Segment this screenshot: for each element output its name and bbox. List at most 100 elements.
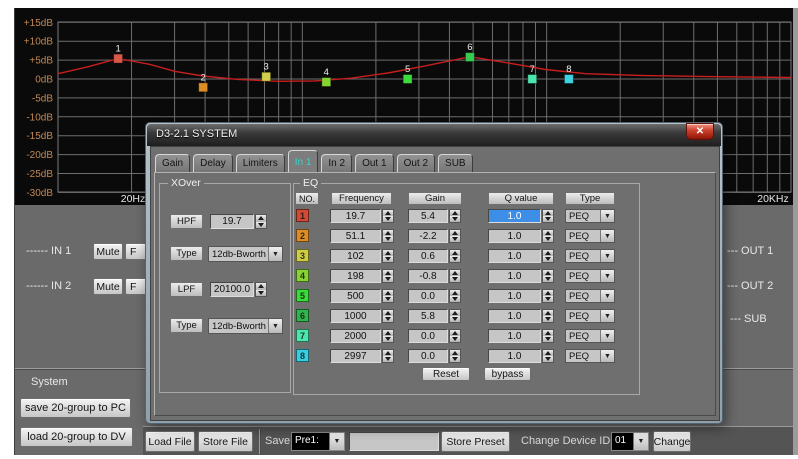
preset-select[interactable]: Pre1: ▼	[291, 432, 345, 451]
eq-gain-field[interactable]: -2.2	[408, 229, 448, 243]
eq-type-dropdown[interactable]: PEQ▼	[565, 269, 615, 283]
eq-q-spinner[interactable]	[542, 349, 554, 363]
dropdown-arrow-icon[interactable]: ▼	[633, 433, 648, 450]
save-20-group-to-pc-button[interactable]: save 20-group to PC	[20, 398, 131, 418]
eq-q-field[interactable]: 1.0	[488, 229, 541, 243]
eq-gain-spinner[interactable]	[449, 209, 461, 223]
spinner-down-icon[interactable]	[383, 356, 393, 362]
eq-bypass-button[interactable]: bypass	[484, 367, 531, 381]
eq-q-field[interactable]: 1.0	[488, 249, 541, 263]
eq-frequency-field[interactable]: 2997	[330, 349, 381, 363]
spinner-down-icon[interactable]	[450, 276, 460, 282]
eq-band-number-badge[interactable]: 3	[296, 249, 309, 262]
eq-band-marker-1[interactable]	[114, 54, 123, 63]
eq-frequency-field[interactable]: 1000	[330, 309, 381, 323]
eq-q-field[interactable]: 1.0	[488, 309, 541, 323]
spinner-down-icon[interactable]	[543, 256, 553, 262]
eq-frequency-field[interactable]: 198	[330, 269, 381, 283]
eq-q-field[interactable]: 1.0	[488, 209, 541, 223]
store-file-button[interactable]: Store File	[198, 431, 253, 452]
eq-gain-field[interactable]: 0.0	[408, 329, 448, 343]
eq-gain-field[interactable]: 0.0	[408, 349, 448, 363]
eq-frequency-spinner[interactable]	[382, 209, 394, 223]
load-20-group-to-dv-button[interactable]: load 20-group to DV	[20, 427, 133, 447]
dropdown-arrow-icon[interactable]: ▼	[600, 210, 614, 222]
eq-q-spinner[interactable]	[542, 229, 554, 243]
eq-gain-spinner[interactable]	[449, 309, 461, 323]
eq-band-number-badge[interactable]: 6	[296, 309, 309, 322]
dropdown-arrow-icon[interactable]: ▼	[600, 270, 614, 282]
tab-in2[interactable]: In 2	[321, 154, 352, 173]
dropdown-arrow-icon[interactable]: ▼	[600, 290, 614, 302]
change-device-id-button[interactable]: Change	[653, 431, 691, 452]
eq-frequency-field[interactable]: 19.7	[330, 209, 381, 223]
spinner-down-icon[interactable]	[383, 316, 393, 322]
eq-q-spinner[interactable]	[542, 309, 554, 323]
eq-gain-field[interactable]: 5.8	[408, 309, 448, 323]
eq-q-field[interactable]: 1.0	[488, 269, 541, 283]
spinner-down-icon[interactable]	[543, 236, 553, 242]
eq-band-number-badge[interactable]: 5	[296, 289, 309, 302]
eq-gain-spinner[interactable]	[449, 349, 461, 363]
dropdown-arrow-icon[interactable]: ▼	[600, 250, 614, 262]
eq-gain-spinner[interactable]	[449, 229, 461, 243]
tab-out1[interactable]: Out 1	[355, 154, 393, 173]
tab-gain[interactable]: Gain	[155, 154, 190, 173]
dropdown-arrow-icon[interactable]: ▼	[600, 310, 614, 322]
spinner-down-icon[interactable]	[450, 236, 460, 242]
eq-q-spinner[interactable]	[542, 269, 554, 283]
eq-frequency-spinner[interactable]	[382, 289, 394, 303]
spinner-down-icon[interactable]	[383, 296, 393, 302]
eq-band-marker-6[interactable]	[465, 53, 474, 62]
lpf-frequency-spinner[interactable]	[255, 282, 267, 297]
spinner-down-icon[interactable]	[383, 336, 393, 342]
eq-band-marker-4[interactable]	[322, 78, 331, 87]
in1-mute-button[interactable]: Mute	[93, 243, 123, 260]
eq-type-dropdown[interactable]: PEQ▼	[565, 229, 615, 243]
eq-band-number-badge[interactable]: 4	[296, 269, 309, 282]
eq-band-marker-7[interactable]	[528, 75, 537, 84]
spinner-down-icon[interactable]	[256, 290, 266, 297]
spinner-down-icon[interactable]	[543, 336, 553, 342]
spinner-down-icon[interactable]	[450, 336, 460, 342]
eq-gain-field[interactable]: -0.8	[408, 269, 448, 283]
eq-frequency-spinner[interactable]	[382, 349, 394, 363]
eq-type-dropdown[interactable]: PEQ▼	[565, 209, 615, 223]
eq-q-field[interactable]: 1.0	[488, 349, 541, 363]
eq-band-number-badge[interactable]: 2	[296, 229, 309, 242]
dropdown-arrow-icon[interactable]: ▼	[268, 247, 282, 261]
in2-mute-button[interactable]: Mute	[93, 278, 123, 295]
dropdown-arrow-icon[interactable]: ▼	[600, 230, 614, 242]
hpf-frequency-spinner[interactable]	[255, 214, 267, 229]
eq-frequency-spinner[interactable]	[382, 269, 394, 283]
eq-band-number-badge[interactable]: 8	[296, 349, 309, 362]
spinner-down-icon[interactable]	[543, 296, 553, 302]
eq-gain-spinner[interactable]	[449, 289, 461, 303]
hpf-frequency-field[interactable]: 19.7	[210, 214, 254, 229]
dialog-titlebar[interactable]: D3-2.1 SYSTEM	[147, 124, 721, 146]
spinner-down-icon[interactable]	[383, 216, 393, 222]
dropdown-arrow-icon[interactable]: ▼	[600, 330, 614, 342]
device-id-select[interactable]: 01 ▼	[611, 432, 649, 451]
eq-band-number-badge[interactable]: 7	[296, 329, 309, 342]
eq-frequency-spinner[interactable]	[382, 229, 394, 243]
eq-type-dropdown[interactable]: PEQ▼	[565, 309, 615, 323]
eq-gain-field[interactable]: 0.0	[408, 289, 448, 303]
eq-reset-button[interactable]: Reset	[422, 367, 470, 381]
spinner-down-icon[interactable]	[450, 256, 460, 262]
eq-frequency-spinner[interactable]	[382, 329, 394, 343]
eq-type-dropdown[interactable]: PEQ▼	[565, 329, 615, 343]
spinner-down-icon[interactable]	[383, 236, 393, 242]
eq-frequency-spinner[interactable]	[382, 249, 394, 263]
tab-limiters[interactable]: Limiters	[236, 154, 285, 173]
tab-sub[interactable]: SUB	[438, 154, 473, 173]
close-button[interactable]: ✕	[686, 123, 714, 140]
eq-frequency-field[interactable]: 102	[330, 249, 381, 263]
spinner-down-icon[interactable]	[543, 216, 553, 222]
dropdown-arrow-icon[interactable]: ▼	[600, 350, 614, 362]
eq-gain-spinner[interactable]	[449, 329, 461, 343]
eq-band-marker-3[interactable]	[262, 72, 271, 81]
eq-frequency-field[interactable]: 500	[330, 289, 381, 303]
preset-name-input[interactable]	[349, 432, 439, 451]
hpf-type-dropdown[interactable]: 12db-Bworth ▼	[208, 246, 283, 262]
